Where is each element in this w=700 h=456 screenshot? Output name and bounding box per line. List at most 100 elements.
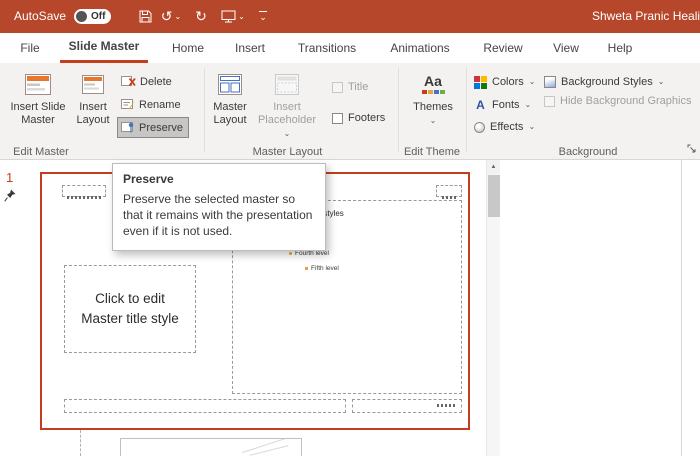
pane-divider <box>681 160 682 456</box>
title-checkbox: Title <box>332 81 368 93</box>
placeholder-text-marks <box>437 404 455 407</box>
themes-label: Themes <box>413 101 453 113</box>
tab-view[interactable]: View <box>548 33 584 63</box>
checkbox-icon <box>544 96 555 107</box>
rename-label: Rename <box>139 99 181 111</box>
redo-button[interactable]: ↻ <box>192 0 210 33</box>
pin-icon <box>4 189 16 207</box>
insert-layout-button[interactable]: Insert Layout <box>70 66 116 127</box>
group-separator <box>204 68 205 152</box>
checkbox-icon <box>332 113 343 124</box>
colors-label: Colors <box>492 76 524 88</box>
title-bar: AutoSave Off ↺ ⌄ ↻ ⌄ ⌄ Shweta Pranic Hea… <box>0 0 700 33</box>
start-from-beginning-button[interactable]: ⌄ <box>218 0 248 33</box>
bullet-icon <box>289 252 292 255</box>
master-layout-icon <box>218 74 242 95</box>
tab-home[interactable]: Home <box>168 33 208 63</box>
insert-slide-master-icon <box>25 74 51 95</box>
undo-icon: ↺ <box>161 8 173 25</box>
group-label-master-layout: Master Layout <box>245 146 330 158</box>
background-styles-button[interactable]: Background Styles ⌄ <box>544 72 664 92</box>
footers-checkbox[interactable]: Footers <box>332 112 385 124</box>
layout-slide-thumbnail[interactable] <box>120 438 302 456</box>
effects-icon <box>474 122 485 133</box>
thumbnail-scrollbar[interactable]: ▲ <box>486 160 500 456</box>
bullet-icon <box>305 267 308 270</box>
effects-label: Effects <box>490 121 523 133</box>
group-label-edit-master: Edit Master <box>6 146 76 158</box>
placeholder-text-marks <box>67 196 101 199</box>
rename-button[interactable]: Rename <box>117 94 189 115</box>
preserve-button[interactable]: Preserve <box>117 117 189 138</box>
master-layout-label: Master <box>213 101 247 113</box>
body-level-4: Fourth level <box>289 250 329 257</box>
colors-icon <box>474 76 487 89</box>
chevron-down-icon: ⌄ <box>529 78 536 86</box>
date-placeholder <box>62 185 106 197</box>
slide-thumbnails-pane: 1 Click to edit Master text styles Secon… <box>0 160 700 456</box>
ribbon-tab-bar: File Slide Master Home Insert Transition… <box>0 33 700 63</box>
chevron-down-icon: ⌄ <box>175 13 182 21</box>
preserve-label: Preserve <box>139 122 183 134</box>
effects-button[interactable]: Effects ⌄ <box>474 117 535 137</box>
chevron-down-icon: ⌄ <box>658 78 665 86</box>
checkbox-icon <box>332 82 343 93</box>
insert-placeholder-label: Insert <box>273 101 301 113</box>
group-label-edit-theme: Edit Theme <box>398 146 466 158</box>
ribbon: Insert Slide Master Insert Layout <box>0 63 700 160</box>
delete-button[interactable]: Delete <box>117 71 189 92</box>
autosave-toggle-knob <box>76 11 87 22</box>
scroll-up-button[interactable]: ▲ <box>487 160 500 174</box>
slide-number: 1 <box>6 170 13 185</box>
tab-insert[interactable]: Insert <box>230 33 270 63</box>
scroll-up-icon: ▲ <box>491 164 497 170</box>
scrollbar-thumb[interactable] <box>488 175 500 217</box>
chevron-down-icon: ⌄ <box>430 116 437 125</box>
insert-slide-master-button[interactable]: Insert Slide Master <box>6 66 70 127</box>
fonts-label: Fonts <box>492 99 520 111</box>
footer-right-placeholder <box>352 399 462 413</box>
group-separator <box>466 68 467 152</box>
chevron-down-icon: ⌄ <box>284 129 291 138</box>
preserve-tooltip: Preserve Preserve the selected master so… <box>112 163 326 251</box>
title-checkbox-label: Title <box>348 81 368 93</box>
background-dialog-launcher[interactable] <box>686 144 697 155</box>
master-title-text: Click to edit Master title style <box>77 289 183 330</box>
undo-button[interactable]: ↺ ⌄ <box>158 0 184 33</box>
hide-background-graphics-label: Hide Background Graphics <box>560 95 691 107</box>
fonts-button[interactable]: A Fonts ⌄ <box>474 95 531 115</box>
tab-review[interactable]: Review <box>480 33 526 63</box>
delete-icon <box>121 75 136 88</box>
thumbnail-connector-line <box>80 430 81 456</box>
insert-layout-icon <box>82 75 104 94</box>
save-button[interactable] <box>134 0 156 33</box>
master-layout-button[interactable]: Master Layout <box>206 66 254 127</box>
tab-help[interactable]: Help <box>602 33 638 63</box>
background-styles-label: Background Styles <box>561 76 653 88</box>
chevron-down-icon: ⌄ <box>238 13 245 21</box>
insert-layout-label: Insert <box>79 101 107 113</box>
account-name[interactable]: Shweta Pranic Heali <box>592 0 700 33</box>
tab-slide-master[interactable]: Slide Master <box>60 33 148 63</box>
tooltip-title: Preserve <box>123 172 315 186</box>
chevron-down-icon: ⌄ <box>528 123 535 131</box>
customize-quick-access-toolbar-button[interactable]: ⌄ <box>254 0 272 33</box>
background-styles-icon <box>544 76 556 88</box>
preserve-icon <box>121 121 135 134</box>
group-label-background: Background <box>548 146 628 158</box>
title-placeholder: Click to edit Master title style <box>64 265 196 353</box>
redo-icon: ↻ <box>195 8 207 25</box>
tab-transitions[interactable]: Transitions <box>292 33 362 63</box>
tab-file[interactable]: File <box>12 33 48 63</box>
tab-animations[interactable]: Animations <box>384 33 456 63</box>
autosave-toggle[interactable]: Off <box>74 9 111 24</box>
themes-button[interactable]: Aa Themes ⌄ <box>402 66 464 127</box>
footers-checkbox-label: Footers <box>348 112 385 124</box>
insert-placeholder-icon <box>275 74 299 95</box>
themes-icon: Aa <box>422 74 445 94</box>
rename-icon <box>121 98 135 111</box>
monitor-icon <box>221 10 236 23</box>
colors-button[interactable]: Colors ⌄ <box>474 72 536 92</box>
autosave-state-label: Off <box>91 9 105 24</box>
save-icon <box>139 10 152 23</box>
